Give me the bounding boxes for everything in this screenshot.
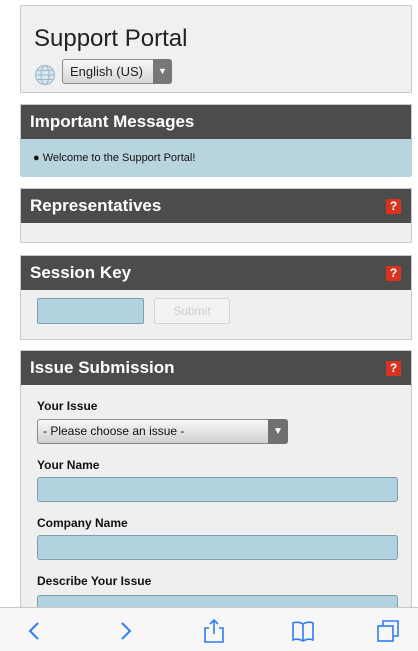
share-icon[interactable] [201, 618, 227, 644]
issue-submission-heading: Issue Submission [30, 358, 175, 377]
chevron-down-icon: ▼ [153, 59, 172, 84]
forward-icon[interactable] [112, 618, 138, 644]
important-messages-panel: Important Messages ● Welcome to the Supp… [20, 104, 412, 177]
representatives-heading: Representatives [30, 196, 162, 215]
issue-submission-panel: Issue Submission ? Your Issue - Please c… [20, 350, 412, 651]
help-icon[interactable]: ? [386, 361, 401, 376]
title-panel: Support Portal English (US) ▼ [20, 5, 412, 93]
company-name-input[interactable] [37, 535, 398, 560]
help-icon[interactable]: ? [386, 266, 401, 281]
back-icon[interactable] [22, 618, 48, 644]
describe-issue-label: Describe Your Issue [37, 574, 152, 588]
representatives-panel: Representatives ? [20, 188, 412, 243]
globe-icon [35, 65, 55, 85]
important-messages-heading: Important Messages [21, 105, 411, 139]
issue-select-value: - Please choose an issue - [43, 424, 185, 438]
session-key-input[interactable] [37, 298, 144, 324]
issue-select[interactable]: - Please choose an issue - ▼ [37, 419, 288, 444]
your-issue-label: Your Issue [37, 399, 98, 413]
representatives-header: Representatives ? [21, 189, 411, 223]
session-key-panel: Session Key ? Submit [20, 255, 412, 340]
tabs-icon[interactable] [375, 618, 401, 644]
support-portal-page: Support Portal English (US) ▼ Important … [0, 0, 418, 651]
submit-button[interactable]: Submit [154, 298, 230, 324]
browser-toolbar [0, 607, 418, 651]
issue-submission-header: Issue Submission ? [21, 351, 411, 385]
session-key-header: Session Key ? [21, 256, 411, 290]
language-select-value: English (US) [70, 64, 143, 79]
your-name-input[interactable] [37, 477, 398, 502]
bullet-icon: ● [33, 152, 40, 164]
session-key-heading: Session Key [30, 263, 132, 282]
message-item: Welcome to the Support Portal! [42, 152, 196, 164]
page-title: Support Portal [34, 25, 188, 52]
chevron-down-icon: ▼ [268, 419, 288, 444]
your-name-label: Your Name [37, 458, 100, 472]
bookmarks-icon[interactable] [290, 618, 316, 644]
language-select[interactable]: English (US) ▼ [62, 59, 172, 84]
company-name-label: Company Name [37, 516, 128, 530]
help-icon[interactable]: ? [386, 199, 401, 214]
message-list: ● Welcome to the Support Portal! [21, 139, 411, 177]
